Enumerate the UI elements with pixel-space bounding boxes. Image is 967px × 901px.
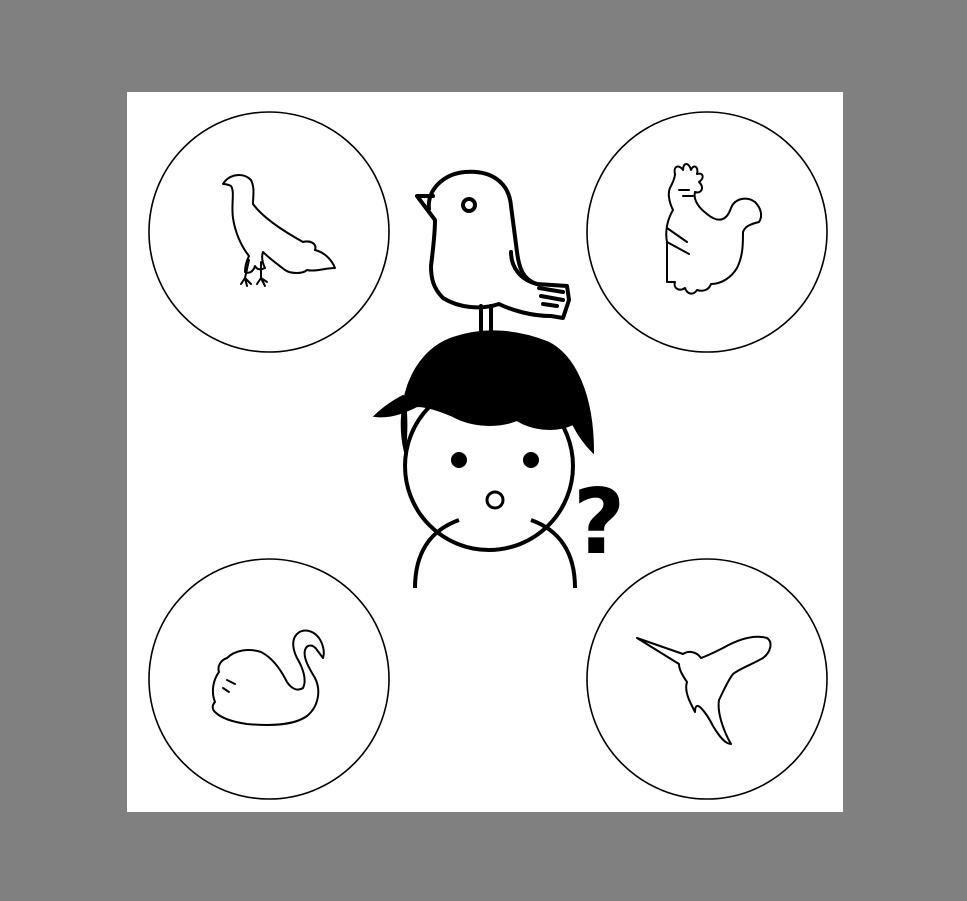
circle-bottom-left: [148, 558, 390, 800]
hummingbird-icon: [636, 635, 772, 745]
bird-icon: [415, 169, 571, 334]
question-mark: ?: [573, 470, 626, 575]
circle-top-right: [586, 111, 828, 353]
circle-bottom-right: [586, 558, 828, 800]
illustration-panel: ?: [127, 92, 843, 812]
illustration-svg: [148, 111, 828, 800]
circle-top-left: [148, 111, 390, 353]
rooster-icon: [665, 163, 763, 295]
background-frame: ?: [0, 0, 967, 901]
swan-icon: [211, 629, 325, 726]
eagle-icon: [222, 174, 336, 287]
person-icon: [372, 330, 595, 589]
